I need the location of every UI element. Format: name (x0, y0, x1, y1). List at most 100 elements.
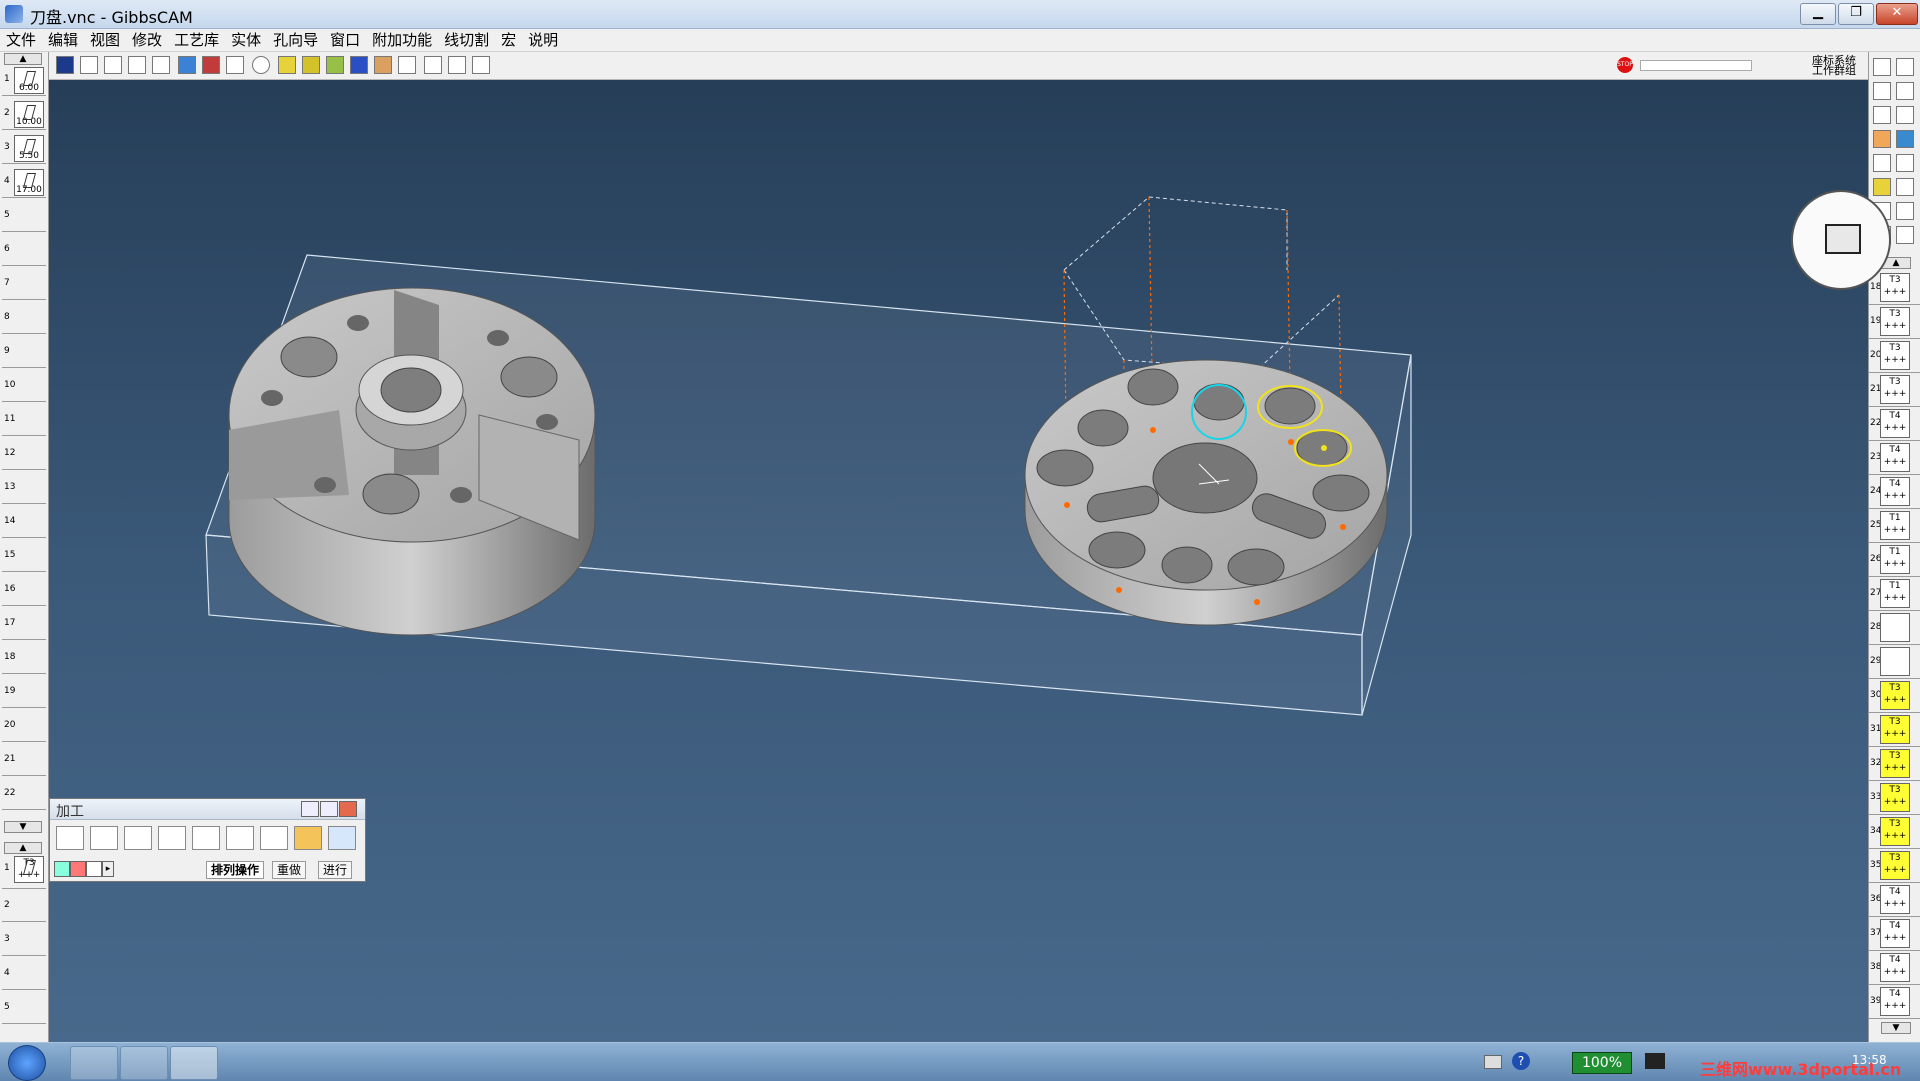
pocket-op-icon[interactable] (158, 826, 186, 850)
run-button[interactable]: 进行 (318, 861, 353, 879)
operation-slot[interactable]: 38 T4 +++ (1869, 952, 1920, 985)
op-list-scroll-up[interactable]: ▲ (4, 842, 42, 854)
part-yellow-icon[interactable] (278, 56, 296, 74)
cube-icon[interactable] (1896, 154, 1914, 172)
operation-slot[interactable]: 39 T4 +++ (1869, 986, 1920, 1019)
wireframe-cube-icon[interactable] (104, 56, 122, 74)
tool-slot[interactable]: 3 5.50 (2, 134, 46, 164)
help-pointer-icon[interactable] (472, 56, 490, 74)
tool-slot[interactable]: 4 17.00 (2, 168, 46, 198)
op-slot[interactable]: 1 T3 +++ (2, 855, 46, 889)
operation-slot[interactable]: 35 T3 +++ (1869, 850, 1920, 883)
menu-wire-edm[interactable]: 线切割 (438, 29, 495, 51)
internet-explorer-icon[interactable] (70, 1046, 118, 1080)
restore-button[interactable]: ❐ (1838, 3, 1874, 25)
tool-slot-empty[interactable]: 18 (2, 644, 46, 674)
align-icon[interactable] (424, 56, 442, 74)
coordinate-system-label[interactable]: 座标系统 工作群组 (1812, 55, 1868, 76)
gibbscam-taskbar-icon[interactable] (170, 1046, 218, 1080)
swarf-op-icon[interactable] (260, 826, 288, 850)
tool-slot-empty[interactable]: 10 (2, 372, 46, 402)
verify-op-icon[interactable] (328, 826, 356, 850)
close-button[interactable]: ✕ (1876, 3, 1918, 25)
menu-solid[interactable]: 实体 (225, 29, 267, 51)
menu-process-library[interactable]: 工艺库 (168, 29, 225, 51)
operation-slot[interactable]: 32 T3 +++ (1869, 748, 1920, 781)
view-cube-icon[interactable] (1791, 190, 1891, 290)
new-document-icon[interactable] (1873, 58, 1891, 76)
stop-icon[interactable]: STOP (1617, 57, 1633, 73)
menu-modify[interactable]: 修改 (126, 29, 168, 51)
operation-slot[interactable]: 33 T3 +++ (1869, 782, 1920, 815)
operation-slot[interactable]: 24 T4 +++ (1869, 476, 1920, 509)
solid-cube-icon[interactable] (128, 56, 146, 74)
face-op-icon[interactable] (124, 826, 152, 850)
tool-list-scroll-down[interactable]: ▼ (4, 821, 42, 833)
file-explorer-icon[interactable] (120, 1046, 168, 1080)
operation-slot[interactable]: 30 T3 +++ (1869, 680, 1920, 713)
tool-slot-empty[interactable]: 8 (2, 304, 46, 334)
op-scroll-down[interactable]: ▼ (1881, 1022, 1911, 1034)
fixture-icon[interactable] (326, 56, 344, 74)
copy-op-icon[interactable] (86, 861, 102, 877)
layer-icon[interactable] (226, 56, 244, 74)
menu-file[interactable]: 文件 (0, 29, 42, 51)
operation-slot[interactable]: 31 T3 +++ (1869, 714, 1920, 747)
sim-icon[interactable] (1896, 178, 1914, 196)
tool-icon[interactable] (350, 56, 368, 74)
tool-slot-empty[interactable]: 19 (2, 678, 46, 708)
thread-op-icon[interactable] (192, 826, 220, 850)
grid-icon[interactable] (152, 56, 170, 74)
clock[interactable]: 13:58 (1852, 1053, 1887, 1067)
operation-slot[interactable]: 28 (1869, 612, 1920, 645)
palette-minimize-icon[interactable] (320, 801, 338, 817)
blank-copy-icon[interactable] (1896, 226, 1914, 244)
op-slot-empty[interactable]: 3 (2, 926, 46, 956)
operation-slot[interactable]: 18 T3 +++ (1869, 272, 1920, 305)
tool-slot-empty[interactable]: 12 (2, 440, 46, 470)
menu-hole-wizard[interactable]: 孔向导 (267, 29, 324, 51)
machining-palette-header[interactable]: 加工 (50, 799, 365, 820)
tool-slot-empty[interactable]: 7 (2, 270, 46, 300)
tool-slot-empty[interactable]: 9 (2, 338, 46, 368)
hole-op-icon[interactable] (56, 826, 84, 850)
battery-indicator[interactable]: 100% (1572, 1052, 1632, 1074)
machining-icon[interactable] (1873, 130, 1891, 148)
operation-slot[interactable]: 27 T1 +++ (1869, 578, 1920, 611)
axis-red-icon[interactable] (1896, 106, 1914, 124)
graphics-viewport[interactable] (49, 80, 1891, 1042)
op-slot-empty[interactable]: 2 (2, 892, 46, 922)
save-op-icon[interactable] (54, 861, 70, 877)
palette-close-icon[interactable] (339, 801, 357, 817)
eye-icon[interactable] (1873, 154, 1891, 172)
render-icon[interactable] (178, 56, 196, 74)
tool-slot-empty[interactable]: 11 (2, 406, 46, 436)
operation-slot[interactable]: 22 T4 +++ (1869, 408, 1920, 441)
layers-icon[interactable] (1896, 130, 1914, 148)
menu-macro[interactable]: 宏 (495, 29, 522, 51)
help-icon[interactable]: ? (1512, 1052, 1530, 1070)
tool-slot-empty[interactable]: 16 (2, 576, 46, 606)
menu-edit[interactable]: 编辑 (42, 29, 84, 51)
op-slot-empty[interactable]: 4 (2, 960, 46, 990)
copy-icon[interactable] (1896, 58, 1914, 76)
tool-slot-empty[interactable]: 21 (2, 746, 46, 776)
operation-slot[interactable]: 20 T3 +++ (1869, 340, 1920, 373)
tool-slot-empty[interactable]: 13 (2, 474, 46, 504)
circle-icon[interactable] (252, 56, 270, 74)
tool-slot[interactable]: 1 6.00 (2, 66, 46, 96)
minimize-button[interactable]: ▁ (1800, 3, 1836, 25)
operation-slot[interactable]: 21 T3 +++ (1869, 374, 1920, 407)
operation-slot[interactable]: 23 T4 +++ (1869, 442, 1920, 475)
redo-button[interactable]: 重做 (272, 861, 307, 879)
operation-slot[interactable]: 36 T4 +++ (1869, 884, 1920, 917)
select-box-icon[interactable] (1873, 82, 1891, 100)
flag-icon[interactable] (1896, 202, 1914, 220)
print-icon[interactable] (448, 56, 466, 74)
color-icon[interactable] (202, 56, 220, 74)
drill-icon[interactable] (1873, 106, 1891, 124)
tool-list-scroll-up[interactable]: ▲ (4, 53, 42, 65)
palette-options-icon[interactable] (301, 801, 319, 817)
cutter-disc-part[interactable] (228, 287, 596, 636)
power-icon[interactable] (1645, 1053, 1665, 1069)
